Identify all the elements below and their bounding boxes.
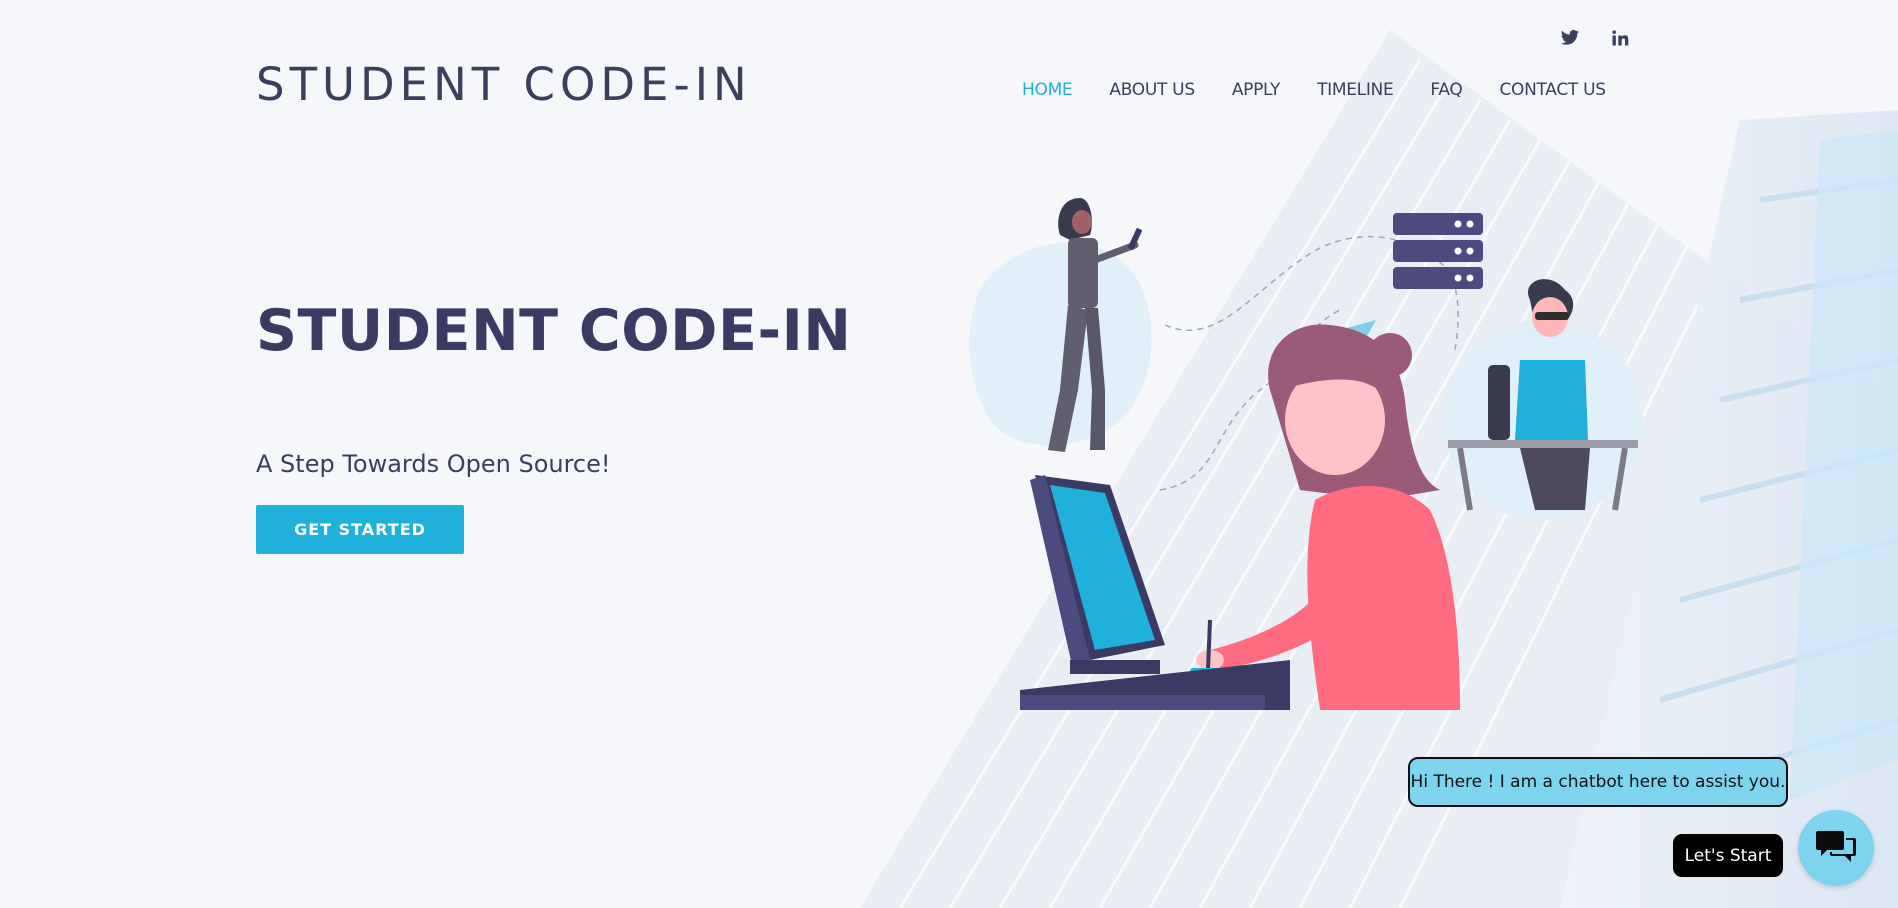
twitter-icon[interactable] [1560,28,1582,50]
site-logo[interactable]: STUDENT CODE-IN [256,58,752,111]
nav-item-faq[interactable]: FAQ [1430,80,1462,100]
social-links [1560,28,1632,50]
get-started-button[interactable]: GET STARTED [256,505,464,554]
hero-illustration [969,198,1643,710]
chat-icon [1815,828,1857,869]
nav-item-contact-us[interactable]: CONTACT US [1499,80,1606,100]
hero-title: STUDENT CODE-IN [256,298,852,364]
chatbot-greeting-bubble: Hi There ! I am a chatbot here to assist… [1408,757,1788,807]
linkedin-icon[interactable] [1610,28,1632,50]
nav-item-about-us[interactable]: ABOUT US [1109,80,1195,100]
chatbot-start-button[interactable]: Let's Start [1673,834,1783,877]
chatbot-launcher-button[interactable] [1798,810,1874,886]
nav-item-timeline[interactable]: TIMELINE [1317,80,1394,100]
main-nav: HOME ABOUT US APPLY TIMELINE FAQ CONTACT… [1022,80,1606,100]
nav-item-home[interactable]: HOME [1022,80,1073,100]
server-stack [1393,213,1483,289]
hero-subtitle: A Step Towards Open Source! [256,450,611,478]
nav-item-apply[interactable]: APPLY [1232,80,1281,100]
